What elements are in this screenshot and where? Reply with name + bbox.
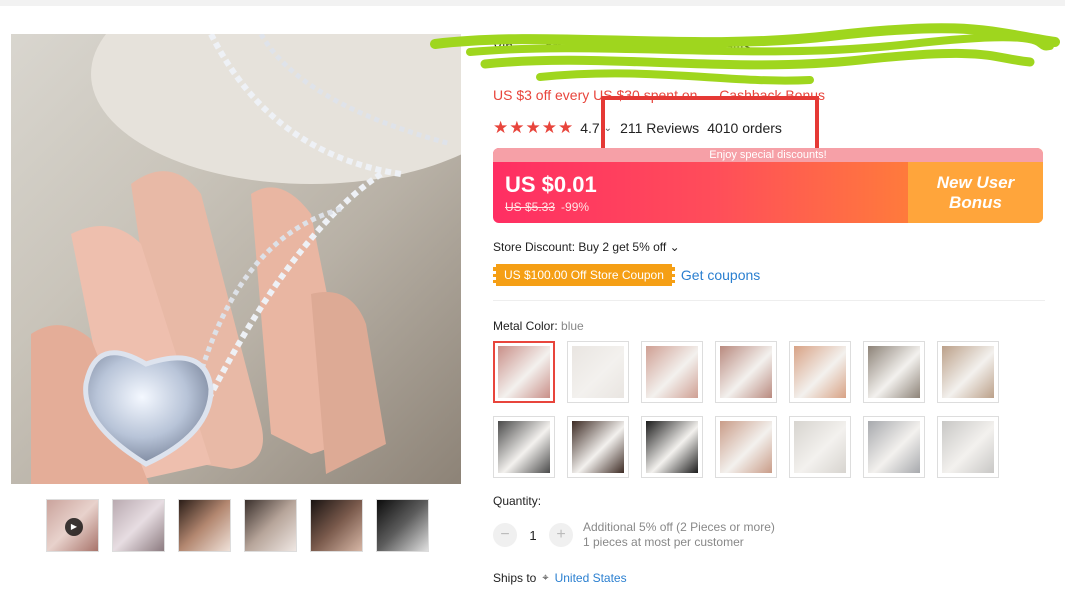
swatch-image	[498, 346, 550, 398]
ship-country-link[interactable]: United States	[555, 571, 627, 585]
increase-quantity-button[interactable]: +	[549, 523, 573, 547]
annotation-highlight-box	[601, 96, 819, 154]
variant-swatch[interactable]	[863, 416, 925, 478]
variant-swatch[interactable]	[641, 341, 703, 403]
variant-swatch[interactable]	[789, 416, 851, 478]
banner-caption: Enjoy special discounts!	[493, 148, 1043, 162]
variant-swatch[interactable]	[493, 416, 555, 478]
bonus-text: New User Bonus	[936, 172, 1015, 212]
variant-swatch[interactable]	[715, 416, 777, 478]
new-user-bonus-badge[interactable]: New User Bonus	[908, 162, 1043, 223]
section-divider	[493, 300, 1045, 301]
top-divider	[0, 0, 1065, 6]
variant-swatch[interactable]	[715, 341, 777, 403]
thumbnail-strip: ▶	[46, 499, 429, 552]
ships-to-label: Ships to	[493, 571, 537, 585]
variant-swatches	[493, 341, 1013, 478]
thumbnail-image[interactable]	[244, 499, 297, 552]
thumbnail-image[interactable]	[112, 499, 165, 552]
store-discount[interactable]: Store Discount: Buy 2 get 5% off ⌄	[493, 240, 680, 254]
variant-swatch[interactable]	[567, 341, 629, 403]
play-icon: ▶	[65, 518, 83, 536]
quantity-note: Additional 5% off (2 Pieces or more) 1 p…	[583, 520, 775, 549]
swatch-image	[942, 346, 994, 398]
ships-to: Ships to ⌖ United States	[493, 571, 627, 585]
swatch-image	[868, 346, 920, 398]
location-pin-icon: ⌖	[542, 571, 549, 584]
original-price: US $5.33 -99%	[505, 200, 589, 214]
decrease-quantity-button[interactable]: −	[493, 523, 517, 547]
chevron-down-icon: ⌄	[669, 240, 680, 254]
variant-label: Metal Color: blue	[493, 319, 584, 333]
swatch-image	[572, 421, 624, 473]
swatch-image	[720, 346, 772, 398]
star-rating-icon: ★★★★★	[493, 118, 575, 137]
variant-swatch[interactable]	[937, 416, 999, 478]
thumbnail-video[interactable]: ▶	[46, 499, 99, 552]
selected-variant: blue	[561, 319, 584, 333]
thumbnail-image[interactable]	[178, 499, 231, 552]
variant-swatch[interactable]	[641, 416, 703, 478]
swatch-image	[646, 346, 698, 398]
swatch-image	[942, 421, 994, 473]
quantity-stepper: − 1 + Additional 5% off (2 Pieces or mor…	[493, 520, 775, 550]
thumbnail-image[interactable]	[376, 499, 429, 552]
swatch-image	[646, 421, 698, 473]
store-coupon-badge[interactable]: US $100.00 Off Store Coupon	[493, 264, 675, 286]
quantity-label: Quantity:	[493, 494, 542, 508]
rating-value[interactable]: 4.7	[580, 120, 599, 136]
get-coupons-link[interactable]: Get coupons	[681, 267, 760, 283]
swatch-image	[868, 421, 920, 473]
swatch-image	[572, 346, 624, 398]
coupon-row: US $100.00 Off Store Coupon Get coupons	[493, 264, 760, 286]
current-price: US $0.01	[505, 172, 597, 197]
main-product-image[interactable]	[11, 34, 461, 484]
thumbnail-image[interactable]	[310, 499, 363, 552]
necklace-illustration	[31, 34, 461, 484]
variant-swatch[interactable]	[567, 416, 629, 478]
strikethrough-price: US $5.33	[505, 200, 556, 214]
discount-percent: -99%	[561, 200, 590, 214]
quantity-value[interactable]: 1	[517, 528, 549, 543]
variant-swatch[interactable]	[789, 341, 851, 403]
swatch-image	[794, 421, 846, 473]
variant-swatch[interactable]	[863, 341, 925, 403]
swatch-image	[720, 421, 772, 473]
swatch-image	[498, 421, 550, 473]
price-banner: Enjoy special discounts! US $0.01 US $5.…	[493, 148, 1043, 223]
variant-swatch[interactable]	[493, 341, 555, 403]
variant-swatch[interactable]	[937, 341, 999, 403]
swatch-image	[794, 346, 846, 398]
product-title: Vin… …art Pend… …lares … …elry Gifts	[493, 38, 752, 54]
